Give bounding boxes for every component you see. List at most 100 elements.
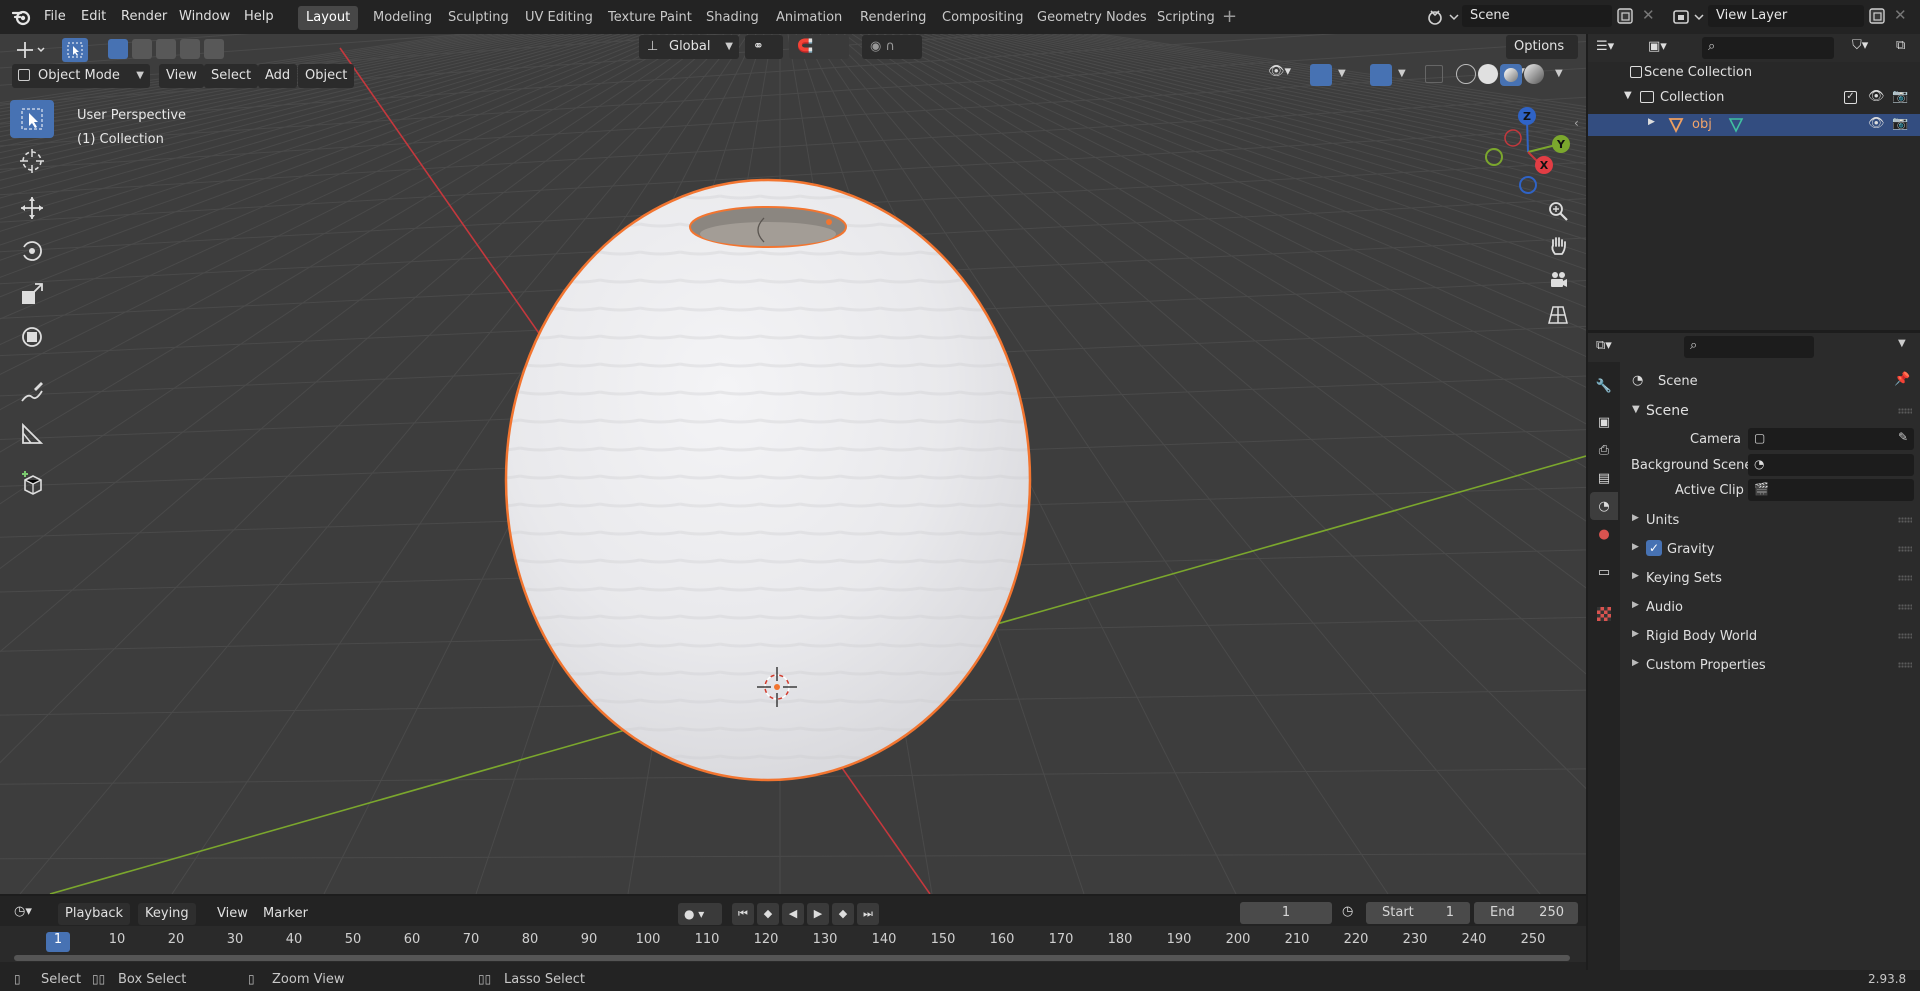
drag-handle-icon[interactable] — [1898, 662, 1912, 668]
menu-edit[interactable]: Edit — [75, 7, 112, 27]
3d-viewport[interactable]: Z Y X ⊥ Global ▼ ⚭ 🧲 ◉ ∩ Options ▼ Objec… — [0, 34, 1586, 894]
drag-handle-icon[interactable] — [1898, 633, 1912, 639]
new-collection-icon[interactable]: ⧉ — [1896, 38, 1905, 53]
mesh-data-icon[interactable] — [1728, 117, 1744, 133]
tab-compositing[interactable]: Compositing — [934, 6, 1032, 30]
drag-handle-icon[interactable] — [1898, 575, 1912, 581]
timeline-menu-marker[interactable]: Marker — [256, 903, 315, 925]
prev-keyframe-icon[interactable]: ◆ — [757, 903, 779, 925]
add-workspace-icon[interactable]: + — [1222, 6, 1237, 27]
play-icon[interactable]: ▶ — [807, 903, 829, 925]
start-frame-field[interactable]: Start 1 — [1366, 902, 1470, 924]
timeline-menu-playback[interactable]: Playback — [58, 903, 131, 925]
tool-transform[interactable] — [10, 318, 54, 356]
menu-file[interactable]: File — [38, 7, 72, 27]
pivot-point-dropdown[interactable]: ⚭ — [745, 35, 783, 59]
snapping-controls[interactable]: 🧲 — [789, 35, 849, 59]
tab-geometry-nodes[interactable]: Geometry Nodes — [1029, 6, 1155, 30]
tab-texture[interactable] — [1590, 600, 1618, 628]
tab-sculpting[interactable]: Sculpting — [440, 6, 517, 30]
rendered-shading-icon[interactable] — [1524, 64, 1544, 84]
editor-type-properties-icon[interactable]: ⧉▾ — [1596, 338, 1612, 353]
shading-mode-buttons[interactable] — [1456, 64, 1546, 86]
tab-output[interactable]: ⎙ — [1590, 436, 1618, 464]
material-shading-icon[interactable] — [1500, 64, 1522, 86]
playback-controls[interactable]: ⏮ ◆ ◀ ▶ ◆ ⏭ — [732, 903, 886, 925]
subpanel-custom-properties[interactable]: ▶ Custom Properties — [1624, 653, 1920, 677]
view-layer-name-field[interactable]: View Layer — [1708, 5, 1864, 27]
delete-view-layer-icon[interactable]: ✕ — [1894, 6, 1907, 24]
menu-help[interactable]: Help — [238, 7, 280, 27]
tab-layout[interactable]: Layout — [298, 6, 359, 30]
drag-handle-icon[interactable] — [1898, 408, 1912, 414]
exclude-checkbox[interactable]: ✓ — [1844, 91, 1857, 104]
gizmo-toggle-icon[interactable] — [1310, 64, 1332, 86]
auto-keying-toggle[interactable]: ● ▾ — [678, 903, 722, 925]
jump-start-icon[interactable]: ⏮ — [732, 903, 754, 925]
camera-field[interactable]: ▢ ✎ — [1748, 428, 1914, 450]
overlays-toggle-icon[interactable] — [1370, 64, 1392, 86]
viewport-menu-add[interactable]: Add — [258, 64, 298, 88]
drag-handle-icon[interactable] — [1898, 517, 1912, 523]
end-frame-field[interactable]: End 250 — [1474, 902, 1578, 924]
active-clip-field[interactable]: 🎬 — [1748, 479, 1914, 501]
subpanel-gravity[interactable]: ▶ ✓ Gravity — [1624, 537, 1920, 561]
select-extend-icon[interactable] — [132, 39, 152, 59]
viewport-scene[interactable]: Z Y X — [0, 34, 1586, 894]
use-preview-range-icon[interactable]: ◷ — [1342, 904, 1353, 919]
chevron-down-icon[interactable]: ▼ — [1898, 338, 1906, 349]
transform-toolset-dropdown[interactable] — [8, 38, 52, 62]
expand-arrow-icon[interactable]: ▶ — [1648, 117, 1655, 127]
current-frame-field[interactable]: 1 — [1240, 902, 1332, 924]
visibility-eye-icon[interactable]: 👁 — [1868, 89, 1885, 104]
tool-add-cube[interactable] — [10, 465, 54, 503]
tab-view-layer[interactable]: ▤ — [1590, 464, 1618, 492]
next-keyframe-icon[interactable]: ◆ — [832, 903, 854, 925]
subpanel-keying-sets[interactable]: ▶ Keying Sets — [1624, 566, 1920, 590]
tool-scale[interactable] — [10, 275, 54, 313]
options-dropdown[interactable]: Options ▼ — [1506, 35, 1578, 77]
outliner-row-obj[interactable]: ▶ obj 👁 📷 — [1588, 114, 1920, 136]
lamp-object[interactable] — [504, 178, 1032, 782]
wireframe-shading-icon[interactable] — [1456, 64, 1476, 84]
visibility-eye-icon[interactable]: 👁 — [1868, 116, 1885, 131]
tab-render[interactable]: ▣ — [1590, 408, 1618, 436]
menu-window[interactable]: Window — [173, 7, 236, 27]
tab-rendering[interactable]: Rendering — [852, 6, 934, 30]
select-new-icon[interactable] — [108, 39, 128, 59]
proportional-editing-controls[interactable]: ◉ ∩ — [862, 35, 922, 59]
scene-name-field[interactable]: Scene — [1462, 5, 1612, 27]
delete-scene-icon[interactable]: ✕ — [1642, 6, 1655, 24]
timeline-menu-keying[interactable]: Keying — [138, 903, 196, 925]
editor-type-outliner-icon[interactable]: ☰▾ — [1596, 39, 1614, 54]
view-layer-icon[interactable] — [1670, 6, 1706, 28]
tab-collection[interactable]: ▭ — [1590, 558, 1618, 586]
section-header-scene[interactable]: Scene — [1646, 403, 1689, 419]
tab-uv-editing[interactable]: UV Editing — [517, 6, 601, 30]
select-intersect-icon[interactable] — [204, 39, 224, 59]
tab-texture-paint[interactable]: Texture Paint — [600, 6, 700, 30]
tool-cursor[interactable] — [10, 142, 54, 180]
tab-modeling[interactable]: Modeling — [365, 6, 440, 30]
tool-measure[interactable] — [10, 415, 54, 453]
select-subtract-icon[interactable] — [156, 39, 176, 59]
new-scene-icon[interactable] — [1614, 5, 1636, 27]
gravity-checkbox[interactable]: ✓ — [1646, 540, 1662, 556]
transform-orientation-dropdown[interactable]: ⊥ Global ▼ — [639, 35, 739, 59]
gizmo-dropdown[interactable]: ▼ — [1338, 68, 1346, 79]
render-camera-icon[interactable]: 📷 — [1892, 89, 1908, 104]
subpanel-units[interactable]: ▶ Units — [1624, 508, 1920, 532]
subpanel-rigid-body-world[interactable]: ▶ Rigid Body World — [1624, 624, 1920, 648]
pin-icon[interactable]: 📌 — [1894, 372, 1910, 387]
sidebar-toggle-icon[interactable]: ‹ — [1574, 116, 1579, 130]
play-reverse-icon[interactable]: ◀ — [782, 903, 804, 925]
expand-arrow-icon[interactable]: ▼ — [1624, 90, 1632, 101]
tool-annotate[interactable] — [10, 373, 54, 411]
expand-arrow-icon[interactable]: ▼ — [1632, 404, 1640, 415]
display-mode-icon[interactable]: ▣▾ — [1648, 39, 1667, 54]
viewport-menu-object[interactable]: Object — [298, 64, 355, 88]
filter-icon[interactable]: ⛉▾ — [1852, 38, 1868, 53]
zoom-view-button[interactable] — [1541, 196, 1575, 226]
select-invert-icon[interactable] — [180, 39, 200, 59]
scene-selector-icon[interactable] — [1425, 6, 1461, 28]
